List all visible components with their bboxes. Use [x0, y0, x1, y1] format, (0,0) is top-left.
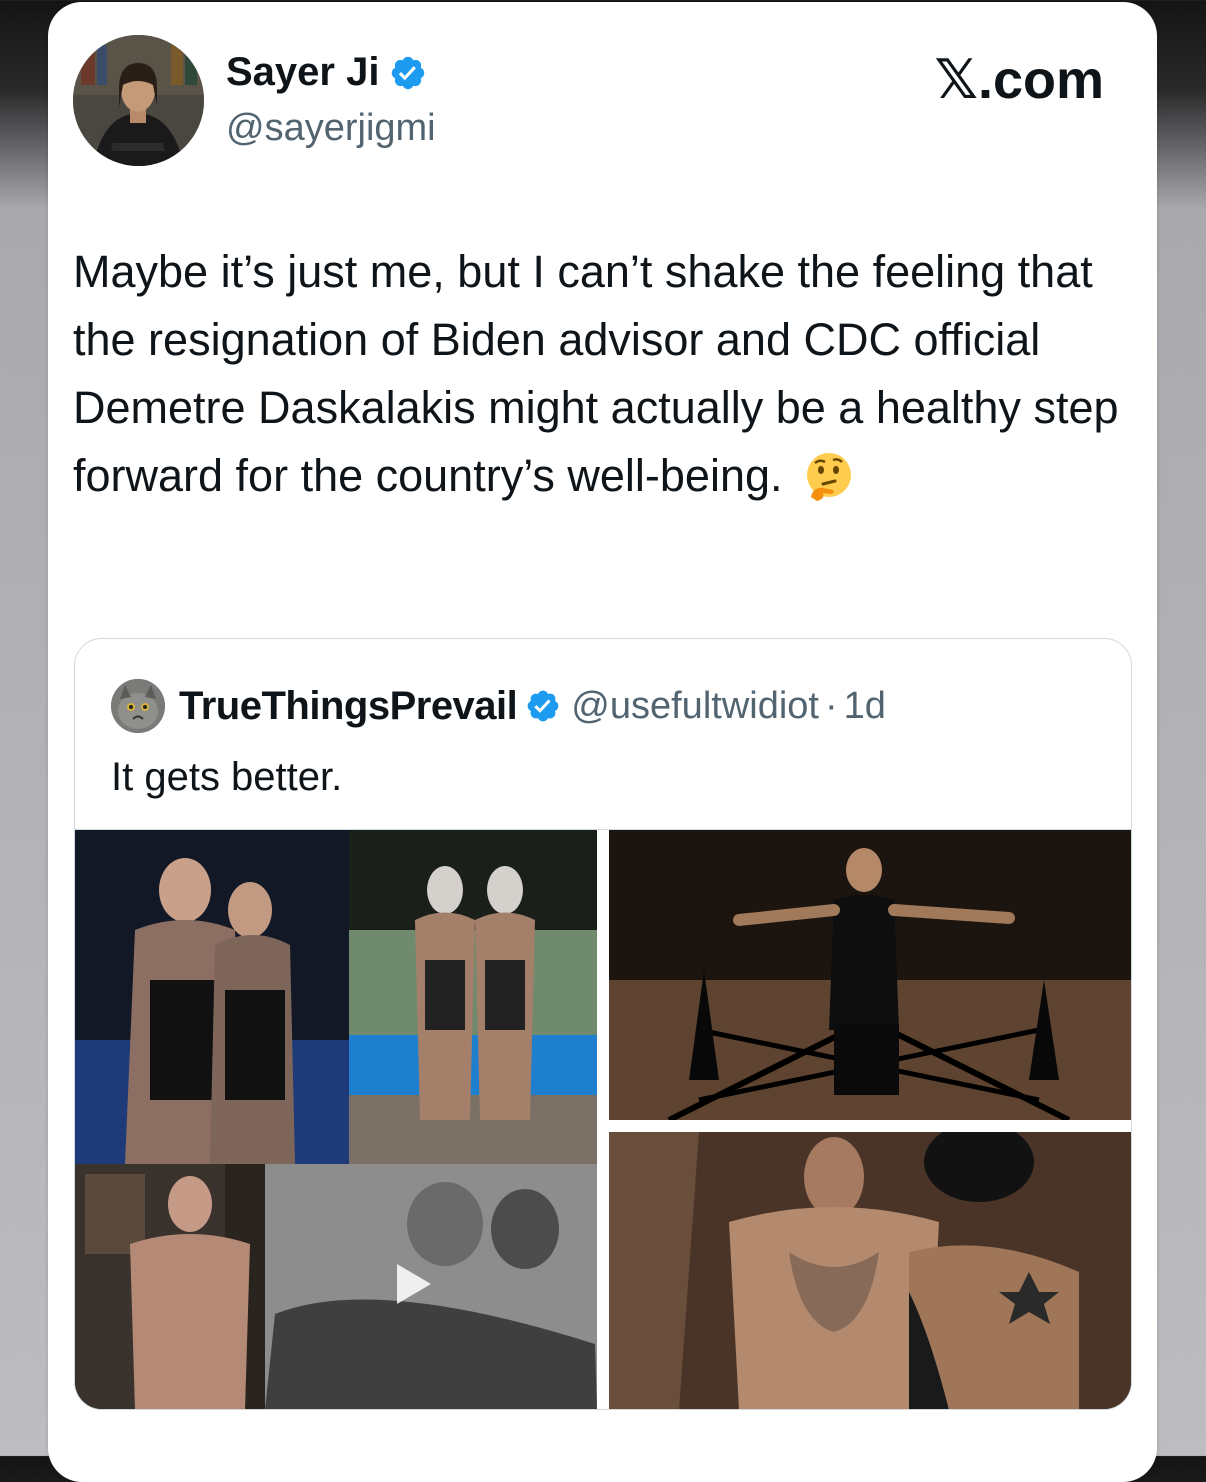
media-image-4[interactable]: [609, 1132, 1131, 1409]
quoted-tweet-text: It gets better.: [111, 755, 343, 799]
media-image-1[interactable]: [75, 830, 597, 1164]
separator-dot: ·: [824, 684, 838, 727]
quoted-tweet[interactable]: TrueThingsPrevail @usefultwidiot · 1d It…: [74, 638, 1132, 1410]
tweet-text: Maybe it’s just me, but I can’t shake th…: [73, 246, 1119, 501]
quoted-author-handle[interactable]: @usefultwidiot: [571, 685, 819, 728]
verified-badge-icon: [527, 690, 559, 722]
verified-badge-icon: [392, 56, 425, 89]
tweet-body: Maybe it’s just me, but I can’t shake th…: [73, 238, 1133, 510]
quoted-author-avatar[interactable]: [111, 679, 165, 733]
media-video-3[interactable]: [75, 1164, 597, 1409]
play-icon[interactable]: [397, 1264, 431, 1304]
quoted-tweet-header: TrueThingsPrevail @usefultwidiot · 1d: [111, 679, 886, 733]
author-avatar[interactable]: [73, 35, 204, 166]
quoted-author-name[interactable]: TrueThingsPrevail: [179, 684, 518, 729]
author-name-label[interactable]: Sayer Ji: [226, 50, 379, 95]
author-handle[interactable]: @sayerjigmi: [226, 107, 436, 150]
thinking-face-icon: [807, 453, 852, 501]
author-name[interactable]: Sayer Ji: [226, 50, 427, 95]
media-grid: [75, 829, 1131, 1409]
tweet-card: Sayer Ji @sayerjigmi 𝕏.com Maybe it’s ju…: [48, 2, 1157, 1482]
media-image-2[interactable]: [609, 830, 1131, 1120]
x-logo-watermark: 𝕏.com: [934, 50, 1104, 110]
quoted-tweet-timestamp[interactable]: 1d: [844, 685, 886, 728]
